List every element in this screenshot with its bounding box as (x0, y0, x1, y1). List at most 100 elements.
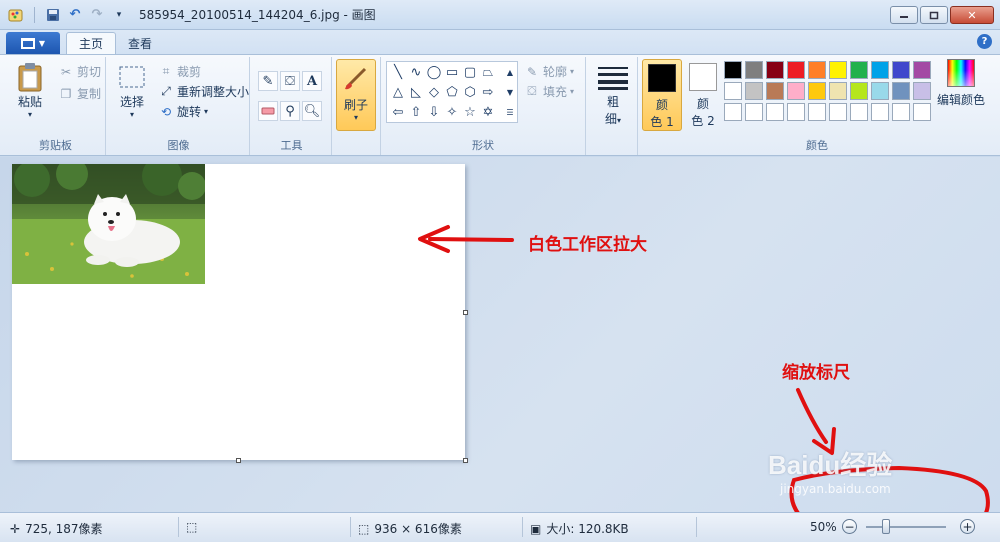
minimize-button[interactable] (890, 6, 918, 24)
tab-view[interactable]: 查看 (116, 32, 164, 54)
color1-button[interactable]: 颜 色 1 (642, 59, 682, 131)
four-point-star-shape-icon[interactable]: ✧ (443, 103, 461, 121)
outline-icon: ✎ (526, 64, 538, 79)
palette-swatch[interactable] (850, 82, 868, 100)
rounded-rectangle-shape-icon[interactable]: ▢ (461, 63, 479, 81)
curve-shape-icon[interactable]: ∿ (407, 63, 425, 81)
palette-swatch[interactable] (766, 61, 784, 79)
palette-swatch[interactable] (766, 103, 784, 121)
palette-swatch[interactable] (913, 103, 931, 121)
oval-shape-icon[interactable]: ◯ (425, 63, 443, 81)
paste-button[interactable]: 粘贴 ▾ (14, 61, 46, 119)
redo-icon[interactable]: ↷ (89, 7, 105, 23)
palette-swatch[interactable] (913, 82, 931, 100)
palette-swatch[interactable] (829, 82, 847, 100)
palette-swatch[interactable] (724, 103, 742, 121)
zoom-slider-thumb[interactable] (882, 519, 890, 534)
resize-button[interactable]: ⤢ 重新调整大小 (158, 83, 249, 100)
palette-swatch[interactable] (871, 61, 889, 79)
outline-button[interactable]: ✎ 轮廓 ▾ (524, 63, 574, 80)
copy-button[interactable]: ❐ 复制 (58, 85, 101, 102)
palette-swatch[interactable] (871, 103, 889, 121)
palette-swatch[interactable] (850, 103, 868, 121)
palette-swatch[interactable] (766, 82, 784, 100)
zoom-slider-track[interactable] (866, 526, 946, 528)
palette-swatch[interactable] (892, 103, 910, 121)
fill-button[interactable]: ⛋ 填充 ▾ (524, 83, 574, 100)
palette-swatch[interactable] (808, 82, 826, 100)
color2-button[interactable]: 颜 色 2 (686, 59, 720, 131)
canvas-resize-handle-bottom[interactable] (236, 458, 241, 463)
hexagon-shape-icon[interactable]: ⬡ (461, 83, 479, 101)
image-dimensions: ⬚ 936 × 616像素 (358, 520, 462, 537)
undo-icon[interactable]: ↶ (67, 7, 83, 23)
palette-swatch[interactable] (829, 61, 847, 79)
qat-dropdown-icon[interactable]: ▾ (111, 7, 127, 23)
palette-swatch[interactable] (871, 82, 889, 100)
palette-swatch[interactable] (892, 61, 910, 79)
canvas-resize-handle-corner[interactable] (463, 458, 468, 463)
maximize-button[interactable] (920, 6, 948, 24)
canvas-enlarge-annotation: 白色工作区拉大 (528, 235, 647, 255)
rotate-button[interactable]: ⟲ 旋转 ▾ (158, 103, 208, 120)
diamond-shape-icon[interactable]: ◇ (425, 83, 443, 101)
pencil-tool-icon[interactable]: ✎ (258, 71, 278, 91)
right-arrow-shape-icon[interactable]: ⇨ (479, 83, 497, 101)
zoom-in-button[interactable]: + (960, 519, 975, 534)
palette-swatch[interactable] (808, 61, 826, 79)
down-arrow-shape-icon[interactable]: ⇩ (425, 103, 443, 121)
size-button[interactable]: 粗 细▾ (594, 61, 632, 127)
save-icon[interactable] (45, 7, 61, 23)
fill-bucket-tool-icon[interactable]: ⛋ (280, 71, 300, 91)
palette-swatch[interactable] (724, 61, 742, 79)
left-arrow-shape-icon[interactable]: ⇦ (389, 103, 407, 121)
rectangle-shape-icon[interactable]: ▭ (443, 63, 461, 81)
magnifier-tool-icon[interactable]: 🔍︎ (302, 101, 322, 121)
edit-colors-button[interactable]: 编辑颜色 (934, 59, 988, 108)
five-point-star-shape-icon[interactable]: ☆ (461, 103, 479, 121)
palette-swatch[interactable] (829, 103, 847, 121)
palette-swatch[interactable] (787, 61, 805, 79)
size-label-line1: 粗 (606, 95, 619, 109)
palette-swatch[interactable] (787, 103, 805, 121)
pentagon-shape-icon[interactable]: ⬠ (443, 83, 461, 101)
drawing-canvas[interactable] (12, 164, 468, 463)
cut-button[interactable]: ✂ 剪切 (58, 63, 101, 80)
color-picker-tool-icon[interactable]: ⚲ (280, 101, 300, 121)
workspace[interactable]: 白色工作区拉大 缩放标尺 Baidu经验 jingyan.baidu.com (0, 157, 1000, 512)
text-tool-icon[interactable]: A (302, 71, 322, 91)
zoom-out-button[interactable]: − (842, 519, 857, 534)
size-label-line2: 细▾ (605, 110, 621, 127)
tab-home[interactable]: 主页 (66, 32, 117, 54)
canvas-resize-handle-right[interactable] (463, 310, 468, 315)
palette-swatch[interactable] (892, 82, 910, 100)
paint-app-icon[interactable] (8, 7, 24, 23)
palette-swatch[interactable] (787, 82, 805, 100)
tools-group: ✎ ⛋ A ⚲ 🔍︎ 工具 (252, 57, 332, 155)
triangle-shape-icon[interactable]: △ (389, 83, 407, 101)
help-icon[interactable]: ? (977, 34, 992, 49)
palette-swatch[interactable] (808, 103, 826, 121)
eraser-tool-icon[interactable] (258, 101, 278, 121)
scroll-up-icon[interactable]: ▲ (503, 63, 517, 81)
crop-button[interactable]: ⌗ 裁剪 (158, 63, 201, 80)
close-button[interactable]: ✕ (950, 6, 994, 24)
right-triangle-shape-icon[interactable]: ◺ (407, 83, 425, 101)
palette-swatch[interactable] (745, 61, 763, 79)
palette-swatch[interactable] (724, 82, 742, 100)
color1-label-line1: 颜 (655, 98, 668, 112)
palette-swatch[interactable] (913, 61, 931, 79)
select-button[interactable]: 选择 ▾ (116, 61, 148, 119)
gallery-expand-icon[interactable]: ☰ (503, 103, 517, 121)
six-point-star-shape-icon[interactable]: ✡ (479, 103, 497, 121)
line-shape-icon[interactable]: ╲ (389, 63, 407, 81)
palette-swatch[interactable] (745, 82, 763, 100)
palette-swatch[interactable] (745, 103, 763, 121)
up-arrow-shape-icon[interactable]: ⇧ (407, 103, 425, 121)
brush-button[interactable]: 刷子 ▾ (336, 59, 376, 131)
polygon-shape-icon[interactable]: ⏢ (479, 63, 497, 81)
scroll-down-icon[interactable]: ▼ (503, 83, 517, 101)
paint-menu-button[interactable]: ▼ (6, 32, 60, 54)
palette-swatch[interactable] (850, 61, 868, 79)
select-label: 选择 (119, 95, 144, 109)
